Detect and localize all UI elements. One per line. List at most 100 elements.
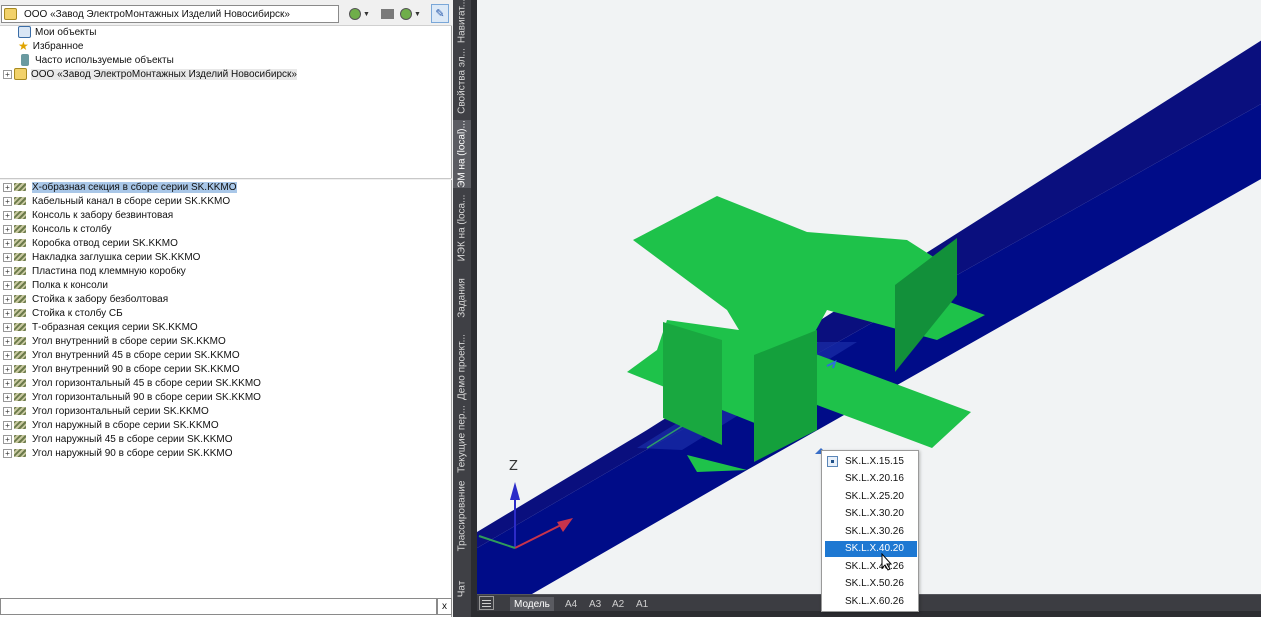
size-option[interactable]: SK.L.X.15.15 (825, 453, 917, 469)
catalog-item-label: Накладка заглушка серии SK.KKMO (32, 251, 201, 263)
expand-icon[interactable]: + (3, 69, 12, 79)
size-option[interactable]: SK.L.X.30.20 (825, 506, 917, 522)
folder-icon (381, 9, 394, 19)
chevron-down-icon: ▼ (414, 10, 421, 18)
side-tab-3[interactable]: ЭМ на (local)... (453, 120, 471, 188)
catalog-item[interactable]: + Угол наружный 90 в сборе серии SK.KKMO (3, 446, 233, 460)
expand-icon[interactable]: + (3, 448, 12, 458)
tab-a2[interactable]: A2 (608, 597, 628, 611)
expand-icon[interactable]: + (3, 392, 12, 402)
tree-item-organization[interactable]: + ООО «Завод ЭлектроМонтажных Изделий Но… (3, 67, 297, 81)
catalog-item-label: Угол наружный в сборе серии SK.KKMO (32, 419, 219, 431)
catalog-item[interactable]: + Полка к консоли (3, 278, 108, 292)
catalog-item[interactable]: + X-образная секция в сборе серии SK.KKMO (3, 180, 237, 194)
tab-a3[interactable]: A3 (585, 597, 605, 611)
clear-search-button[interactable]: x (437, 598, 452, 615)
pin-button[interactable]: ✎ (431, 4, 449, 23)
catalog-item[interactable]: + Угол горизонтальный серии SK.KKMO (3, 404, 209, 418)
catalog-item[interactable]: + Угол наружный в сборе серии SK.KKMO (3, 418, 219, 432)
side-tabs: Навигат... Свойства эл... ЭМ на (local)...… (453, 0, 471, 617)
size-option[interactable]: SK.L.X.25.20 (825, 488, 917, 504)
catalog-item[interactable]: + Угол внутренний в сборе серии SK.KKMO (3, 334, 226, 348)
tab-a4[interactable]: A4 (561, 597, 581, 611)
expand-icon[interactable]: + (3, 224, 12, 234)
component-icon (14, 435, 26, 443)
catalog-item[interactable]: + Угол внутренний 90 в сборе серии SK.KKM… (3, 362, 240, 376)
side-tab-2[interactable]: Свойства эл... (453, 42, 471, 120)
tree-item-frequent[interactable]: Часто используемые объекты (18, 53, 174, 67)
side-tab-4[interactable]: ИЭК на (loca... (453, 188, 471, 268)
catalog-item[interactable]: + Угол наружный 45 в сборе серии SK.KKMO (3, 432, 233, 446)
expand-icon[interactable]: + (3, 406, 12, 416)
size-option[interactable]: SK.L.X.30.26 (825, 523, 917, 539)
expand-icon[interactable]: + (3, 308, 12, 318)
size-option[interactable]: SK.L.X.40.20 (825, 540, 917, 557)
catalog-item[interactable]: + Пластина под клеммную коробку (3, 264, 186, 278)
expand-icon[interactable]: + (3, 420, 12, 430)
side-tab-6[interactable]: Демо проект... (453, 328, 471, 406)
organization-selector[interactable]: ООО «Завод ЭлектроМонтажных Изделий Ново… (1, 5, 339, 23)
expand-icon[interactable]: + (3, 350, 12, 360)
expand-icon[interactable]: + (3, 294, 12, 304)
catalog-item[interactable]: + Угол горизонтальный 45 в сборе серии SK… (3, 376, 261, 390)
side-tab-label: Чат (456, 580, 468, 597)
catalog-item-label: Угол внутренний 90 в сборе серии SK.KKMO (32, 363, 240, 375)
size-option[interactable]: SK.L.X.50.26 (825, 576, 917, 592)
expand-icon[interactable]: + (3, 378, 12, 388)
catalog-item[interactable]: + Угол внутренний 45 в сборе серии SK.KKM… (3, 348, 240, 362)
catalog-item[interactable]: + Угол горизонтальный 90 в сборе серии SK… (3, 390, 261, 404)
catalog-item-label: Коробка отвод серии SK.KKMO (32, 237, 178, 249)
catalog-item[interactable]: + Накладка заглушка серии SK.KKMO (3, 250, 200, 264)
tree-item-favorites[interactable]: ★ Избранное (18, 39, 83, 53)
catalog-item[interactable]: + Стойка к столбу СБ (3, 306, 123, 320)
catalog-item[interactable]: + Кабельный канал в сборе серии SK.KKMO (3, 194, 230, 208)
expand-icon[interactable]: + (3, 434, 12, 444)
tree-item-label: Избранное (32, 40, 84, 52)
expand-icon[interactable]: + (3, 238, 12, 248)
size-option[interactable]: SK.L.X.40.26 (825, 558, 917, 574)
expand-icon[interactable]: + (3, 364, 12, 374)
expand-icon[interactable]: + (3, 280, 12, 290)
back-icon (349, 8, 361, 20)
side-tab-9[interactable]: Чат (453, 560, 471, 617)
chevron-down-icon: ▼ (363, 10, 370, 18)
search-input[interactable] (0, 598, 437, 615)
layouts-menu-icon[interactable] (479, 596, 494, 610)
expand-icon[interactable]: + (3, 210, 12, 220)
catalog-item-label: Пластина под клеммную коробку (32, 265, 186, 277)
side-tab-5[interactable]: Задания (453, 268, 471, 328)
catalog-item[interactable]: + Т-образная секция серии SK.KKMO (3, 320, 198, 334)
size-option[interactable]: SK.L.X.20.16 (825, 471, 917, 487)
expand-icon[interactable]: + (3, 336, 12, 346)
component-icon (14, 407, 26, 415)
expand-icon[interactable]: + (3, 322, 12, 332)
side-tab-label: ИЭК на (loca... (456, 194, 468, 262)
navigate-forward-button[interactable]: ▼ (400, 5, 421, 23)
navigate-back-button[interactable]: ▼ (349, 5, 370, 23)
component-icon (14, 309, 26, 317)
side-tab-label: Текущие пер... (456, 405, 468, 473)
pin-icon: ✎ (435, 8, 445, 20)
component-icon (14, 225, 26, 233)
expand-icon[interactable]: + (3, 182, 12, 192)
side-tab-7[interactable]: Текущие пер... (453, 405, 471, 473)
open-folder-button[interactable] (381, 5, 394, 23)
catalog-item[interactable]: + Стойка к забору безболтовая (3, 292, 168, 306)
catalog-item[interactable]: + Консоль к столбу (3, 222, 112, 236)
side-tab-8[interactable]: Трассирование (453, 472, 471, 560)
expand-icon[interactable]: + (3, 266, 12, 276)
catalog-item-label: Консоль к забору безвинтовая (32, 209, 174, 221)
catalog-item[interactable]: + Коробка отвод серии SK.KKMO (3, 236, 178, 250)
size-options-menu[interactable]: SK.L.X.15.15 SK.L.X.20.16 SK.L.X.25.20 SK.L… (821, 450, 919, 612)
side-tab-1[interactable]: Навигат... (453, 0, 471, 43)
catalog-item[interactable]: + Консоль к забору безвинтовая (3, 208, 173, 222)
component-icon (14, 295, 26, 303)
expand-icon[interactable]: + (3, 196, 12, 206)
size-option[interactable]: SK.L.X.60.26 (825, 593, 917, 609)
expand-icon[interactable]: + (3, 252, 12, 262)
tab-model[interactable]: Модель (510, 597, 554, 611)
component-icon (14, 393, 26, 401)
component-icon (14, 421, 26, 429)
tree-item-my-objects[interactable]: Мои объекты (18, 25, 96, 39)
tab-a1[interactable]: A1 (632, 597, 652, 611)
